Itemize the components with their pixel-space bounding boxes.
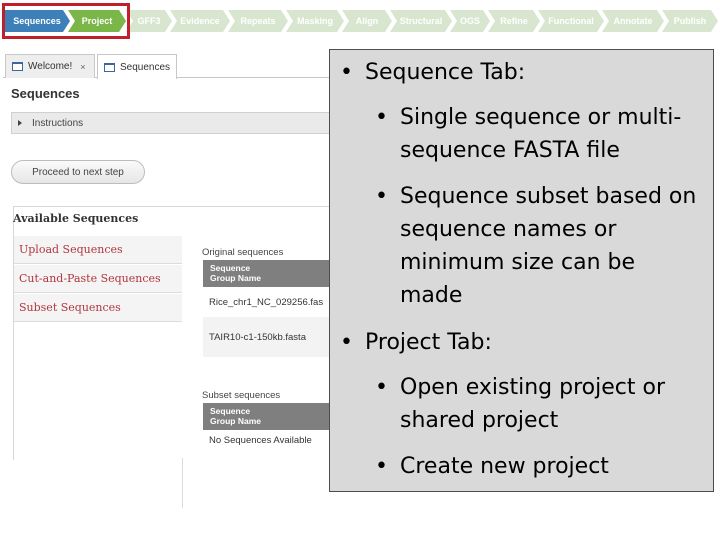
original-grid-header[interactable]: Sequence Group Name	[203, 260, 330, 287]
table-row[interactable]: TAIR10-c1-150kb.fasta	[203, 317, 330, 357]
bullet-dot: •	[375, 105, 388, 130]
workflow-step-refine[interactable]: Refine	[488, 10, 540, 32]
workflow-step-publish[interactable]: Publish	[662, 10, 718, 32]
window-icon	[104, 62, 115, 72]
bullet-text: Project Tab:	[365, 330, 492, 355]
divider	[182, 458, 183, 508]
slide-overlay: • Sequence Tab: • Single sequence or mul…	[329, 49, 714, 492]
cut-and-paste-sequences-link[interactable]: Cut-and-Paste Sequences	[14, 264, 182, 293]
tab-welcome-label: Welcome!	[28, 61, 73, 72]
bullet-line: made	[400, 283, 463, 308]
table-row[interactable]: Rice_chr1_NC_029256.fas	[203, 287, 330, 317]
bullet-dot: •	[340, 330, 353, 355]
grid-header-line1: Sequence	[210, 263, 251, 273]
workflow-step-align[interactable]: Align	[342, 10, 392, 32]
table-row: No Sequences Available	[209, 434, 312, 446]
bullet-dot: •	[375, 454, 388, 479]
workflow-step-annotate[interactable]: Annotate	[602, 10, 664, 32]
workflow-step-evidence[interactable]: Evidence	[170, 10, 230, 32]
bullet-line: Create new project	[400, 454, 609, 479]
workflow-bar: Sequences Project GFF3 Evidence Repeats …	[0, 0, 720, 44]
subset-grid-header[interactable]: Sequence Group Name	[203, 403, 330, 430]
app-area: Welcome! × Sequences Sequences Instructi…	[0, 44, 330, 540]
tab-welcome[interactable]: Welcome! ×	[5, 54, 95, 78]
bullet-text: Sequence Tab:	[365, 60, 526, 85]
grid-header-line2: Group Name	[210, 273, 262, 283]
bullet-line: Sequence subset based on	[400, 184, 697, 209]
bullet-line: sequence names or	[400, 217, 617, 242]
caret-right-icon	[18, 120, 22, 126]
subset-sequences-link[interactable]: Subset Sequences	[14, 293, 182, 322]
grid-header-line1: Sequence	[210, 406, 251, 416]
bullet-line: Single sequence or multi-	[400, 105, 682, 130]
workflow-step-functional[interactable]: Functional	[538, 10, 604, 32]
workflow-step-repeats[interactable]: Repeats	[228, 10, 288, 32]
proceed-button[interactable]: Proceed to next step	[11, 160, 145, 184]
workflow-step-structural[interactable]: Structural	[390, 10, 452, 32]
workflow-step-gff3[interactable]: GFF3	[126, 10, 172, 32]
original-sequences-label: Original sequences	[202, 247, 284, 258]
close-icon[interactable]: ×	[80, 62, 85, 72]
upload-sequences-link[interactable]: Upload Sequences	[14, 235, 182, 264]
bullet-dot: •	[375, 184, 388, 209]
workflow-step-ogs[interactable]: OGS	[450, 10, 490, 32]
bullet-dot: •	[375, 375, 388, 400]
instructions-label: Instructions	[32, 117, 84, 129]
tab-sequences-label: Sequences	[120, 61, 171, 73]
available-sequences-heading: Available Sequences	[13, 212, 139, 225]
subset-sequences-label: Subset sequences	[202, 390, 281, 401]
workflow-step-masking[interactable]: Masking	[286, 10, 344, 32]
bullet-line: shared project	[400, 408, 559, 433]
page-title: Sequences	[11, 86, 80, 101]
instructions-expander[interactable]: Instructions	[11, 112, 330, 134]
bullet-line: minimum size can be	[400, 250, 636, 275]
tab-bar: Welcome! × Sequences	[3, 52, 330, 79]
bullet-line: sequence FASTA file	[400, 138, 620, 163]
bullet-dot: •	[340, 60, 353, 85]
tab-sequences[interactable]: Sequences	[97, 54, 177, 79]
bullet-line: Open existing project or	[400, 375, 665, 400]
highlight-box	[2, 3, 130, 39]
grid-header-line2: Group Name	[210, 416, 262, 426]
window-icon	[12, 62, 23, 71]
